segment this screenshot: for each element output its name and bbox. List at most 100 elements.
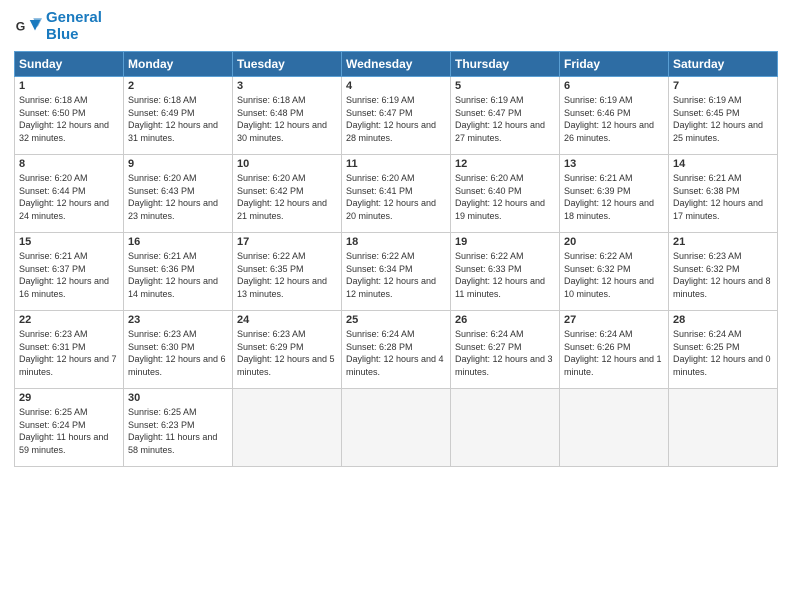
- day-info: Sunrise: 6:20 AM Sunset: 6:44 PM Dayligh…: [19, 172, 119, 222]
- day-number: 4: [346, 80, 446, 92]
- day-info: Sunrise: 6:22 AM Sunset: 6:32 PM Dayligh…: [564, 250, 664, 300]
- logo-text: GeneralBlue: [46, 10, 102, 43]
- calendar-day-cell: 21 Sunrise: 6:23 AM Sunset: 6:32 PM Dayl…: [669, 233, 778, 311]
- day-info: Sunrise: 6:19 AM Sunset: 6:47 PM Dayligh…: [455, 94, 555, 144]
- calendar-day-cell: 8 Sunrise: 6:20 AM Sunset: 6:44 PM Dayli…: [15, 155, 124, 233]
- calendar-day-cell: 17 Sunrise: 6:22 AM Sunset: 6:35 PM Dayl…: [233, 233, 342, 311]
- day-number: 25: [346, 314, 446, 326]
- calendar-table: SundayMondayTuesdayWednesdayThursdayFrid…: [14, 51, 778, 467]
- page-header: G GeneralBlue: [14, 10, 778, 43]
- day-info: Sunrise: 6:23 AM Sunset: 6:31 PM Dayligh…: [19, 328, 119, 378]
- day-number: 17: [237, 236, 337, 248]
- day-info: Sunrise: 6:20 AM Sunset: 6:43 PM Dayligh…: [128, 172, 228, 222]
- calendar-day-cell: 29 Sunrise: 6:25 AM Sunset: 6:24 PM Dayl…: [15, 389, 124, 467]
- calendar-day-cell: 16 Sunrise: 6:21 AM Sunset: 6:36 PM Dayl…: [124, 233, 233, 311]
- day-number: 16: [128, 236, 228, 248]
- calendar-day-cell: 18 Sunrise: 6:22 AM Sunset: 6:34 PM Dayl…: [342, 233, 451, 311]
- logo-icon: G: [14, 13, 42, 41]
- day-info: Sunrise: 6:19 AM Sunset: 6:46 PM Dayligh…: [564, 94, 664, 144]
- day-info: Sunrise: 6:21 AM Sunset: 6:39 PM Dayligh…: [564, 172, 664, 222]
- day-info: Sunrise: 6:18 AM Sunset: 6:49 PM Dayligh…: [128, 94, 228, 144]
- logo: G GeneralBlue: [14, 10, 102, 43]
- day-number: 10: [237, 158, 337, 170]
- calendar-day-cell: 14 Sunrise: 6:21 AM Sunset: 6:38 PM Dayl…: [669, 155, 778, 233]
- day-info: Sunrise: 6:25 AM Sunset: 6:23 PM Dayligh…: [128, 406, 228, 456]
- day-number: 24: [237, 314, 337, 326]
- header-day-sunday: Sunday: [15, 52, 124, 77]
- day-number: 2: [128, 80, 228, 92]
- calendar-day-cell: 4 Sunrise: 6:19 AM Sunset: 6:47 PM Dayli…: [342, 77, 451, 155]
- header-day-monday: Monday: [124, 52, 233, 77]
- calendar-day-cell: 30 Sunrise: 6:25 AM Sunset: 6:23 PM Dayl…: [124, 389, 233, 467]
- calendar-day-cell: 22 Sunrise: 6:23 AM Sunset: 6:31 PM Dayl…: [15, 311, 124, 389]
- calendar-day-cell: 19 Sunrise: 6:22 AM Sunset: 6:33 PM Dayl…: [451, 233, 560, 311]
- calendar-week-row: 8 Sunrise: 6:20 AM Sunset: 6:44 PM Dayli…: [15, 155, 778, 233]
- calendar-day-cell: 24 Sunrise: 6:23 AM Sunset: 6:29 PM Dayl…: [233, 311, 342, 389]
- calendar-day-cell: 28 Sunrise: 6:24 AM Sunset: 6:25 PM Dayl…: [669, 311, 778, 389]
- calendar-day-cell: 12 Sunrise: 6:20 AM Sunset: 6:40 PM Dayl…: [451, 155, 560, 233]
- day-number: 29: [19, 392, 119, 404]
- day-number: 14: [673, 158, 773, 170]
- calendar-day-cell: 27 Sunrise: 6:24 AM Sunset: 6:26 PM Dayl…: [560, 311, 669, 389]
- calendar-day-cell: 9 Sunrise: 6:20 AM Sunset: 6:43 PM Dayli…: [124, 155, 233, 233]
- day-info: Sunrise: 6:21 AM Sunset: 6:38 PM Dayligh…: [673, 172, 773, 222]
- calendar-day-cell: 23 Sunrise: 6:23 AM Sunset: 6:30 PM Dayl…: [124, 311, 233, 389]
- calendar-day-cell: 15 Sunrise: 6:21 AM Sunset: 6:37 PM Dayl…: [15, 233, 124, 311]
- day-info: Sunrise: 6:22 AM Sunset: 6:35 PM Dayligh…: [237, 250, 337, 300]
- day-number: 7: [673, 80, 773, 92]
- day-number: 30: [128, 392, 228, 404]
- calendar-day-cell: 10 Sunrise: 6:20 AM Sunset: 6:42 PM Dayl…: [233, 155, 342, 233]
- calendar-day-cell: 20 Sunrise: 6:22 AM Sunset: 6:32 PM Dayl…: [560, 233, 669, 311]
- day-info: Sunrise: 6:24 AM Sunset: 6:26 PM Dayligh…: [564, 328, 664, 378]
- calendar-day-cell: 11 Sunrise: 6:20 AM Sunset: 6:41 PM Dayl…: [342, 155, 451, 233]
- day-info: Sunrise: 6:20 AM Sunset: 6:41 PM Dayligh…: [346, 172, 446, 222]
- day-info: Sunrise: 6:25 AM Sunset: 6:24 PM Dayligh…: [19, 406, 119, 456]
- day-number: 27: [564, 314, 664, 326]
- day-info: Sunrise: 6:23 AM Sunset: 6:30 PM Dayligh…: [128, 328, 228, 378]
- day-number: 8: [19, 158, 119, 170]
- header-day-thursday: Thursday: [451, 52, 560, 77]
- day-info: Sunrise: 6:21 AM Sunset: 6:37 PM Dayligh…: [19, 250, 119, 300]
- calendar-week-row: 15 Sunrise: 6:21 AM Sunset: 6:37 PM Dayl…: [15, 233, 778, 311]
- day-info: Sunrise: 6:24 AM Sunset: 6:28 PM Dayligh…: [346, 328, 446, 378]
- day-number: 20: [564, 236, 664, 248]
- calendar-day-cell: [451, 389, 560, 467]
- svg-text:G: G: [16, 19, 26, 33]
- day-info: Sunrise: 6:18 AM Sunset: 6:50 PM Dayligh…: [19, 94, 119, 144]
- header-day-saturday: Saturday: [669, 52, 778, 77]
- day-number: 6: [564, 80, 664, 92]
- day-info: Sunrise: 6:19 AM Sunset: 6:47 PM Dayligh…: [346, 94, 446, 144]
- day-number: 15: [19, 236, 119, 248]
- day-info: Sunrise: 6:22 AM Sunset: 6:33 PM Dayligh…: [455, 250, 555, 300]
- day-number: 18: [346, 236, 446, 248]
- header-day-friday: Friday: [560, 52, 669, 77]
- calendar-day-cell: [233, 389, 342, 467]
- calendar-day-cell: 6 Sunrise: 6:19 AM Sunset: 6:46 PM Dayli…: [560, 77, 669, 155]
- day-info: Sunrise: 6:24 AM Sunset: 6:27 PM Dayligh…: [455, 328, 555, 378]
- day-number: 21: [673, 236, 773, 248]
- day-info: Sunrise: 6:18 AM Sunset: 6:48 PM Dayligh…: [237, 94, 337, 144]
- day-info: Sunrise: 6:20 AM Sunset: 6:42 PM Dayligh…: [237, 172, 337, 222]
- day-number: 11: [346, 158, 446, 170]
- calendar-day-cell: 25 Sunrise: 6:24 AM Sunset: 6:28 PM Dayl…: [342, 311, 451, 389]
- calendar-day-cell: [669, 389, 778, 467]
- day-info: Sunrise: 6:22 AM Sunset: 6:34 PM Dayligh…: [346, 250, 446, 300]
- calendar-week-row: 22 Sunrise: 6:23 AM Sunset: 6:31 PM Dayl…: [15, 311, 778, 389]
- calendar-day-cell: 26 Sunrise: 6:24 AM Sunset: 6:27 PM Dayl…: [451, 311, 560, 389]
- day-number: 12: [455, 158, 555, 170]
- calendar-page: G GeneralBlue SundayMondayTuesdayWednesd…: [0, 0, 792, 612]
- calendar-day-cell: 3 Sunrise: 6:18 AM Sunset: 6:48 PM Dayli…: [233, 77, 342, 155]
- day-info: Sunrise: 6:19 AM Sunset: 6:45 PM Dayligh…: [673, 94, 773, 144]
- day-number: 26: [455, 314, 555, 326]
- day-info: Sunrise: 6:23 AM Sunset: 6:29 PM Dayligh…: [237, 328, 337, 378]
- calendar-header-row: SundayMondayTuesdayWednesdayThursdayFrid…: [15, 52, 778, 77]
- calendar-week-row: 29 Sunrise: 6:25 AM Sunset: 6:24 PM Dayl…: [15, 389, 778, 467]
- day-info: Sunrise: 6:23 AM Sunset: 6:32 PM Dayligh…: [673, 250, 773, 300]
- day-info: Sunrise: 6:21 AM Sunset: 6:36 PM Dayligh…: [128, 250, 228, 300]
- header-day-wednesday: Wednesday: [342, 52, 451, 77]
- day-number: 5: [455, 80, 555, 92]
- calendar-day-cell: 5 Sunrise: 6:19 AM Sunset: 6:47 PM Dayli…: [451, 77, 560, 155]
- day-number: 28: [673, 314, 773, 326]
- calendar-day-cell: 2 Sunrise: 6:18 AM Sunset: 6:49 PM Dayli…: [124, 77, 233, 155]
- day-number: 23: [128, 314, 228, 326]
